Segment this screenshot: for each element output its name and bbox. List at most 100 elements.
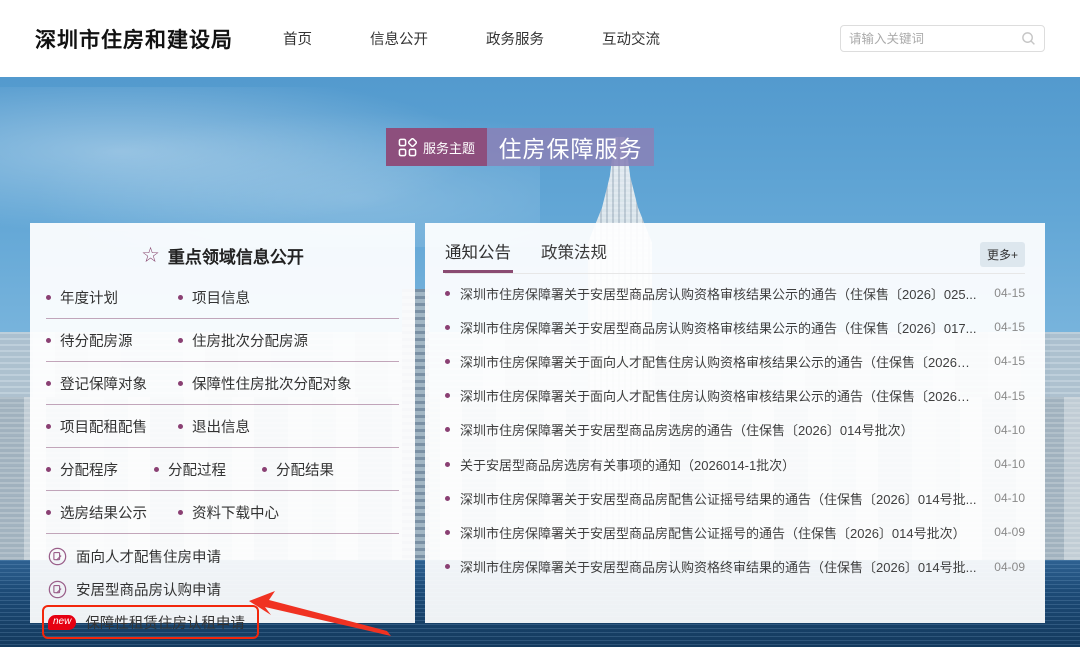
nav-item-interaction[interactable]: 互动交流 [602, 28, 660, 49]
application-form-icon [48, 547, 67, 566]
search-box[interactable] [840, 25, 1045, 52]
notice-title: 深圳市住房保障署关于安居型商品房选房的通告（住保售〔2026〕014号批次） [460, 420, 978, 439]
link-row: 分配程序 分配过程 分配结果 [46, 448, 399, 491]
notice-item[interactable]: 深圳市住房保障署关于安居型商品房配售公证摇号结果的通告（住保售〔2026〕014… [445, 481, 1025, 515]
left-panel-title: 重点领域信息公开 [168, 243, 304, 268]
service-theme-label: 服务主题 [386, 128, 487, 166]
left-link-label: 住房批次分配房源 [192, 330, 308, 351]
nav-item-home[interactable]: 首页 [283, 28, 312, 49]
star-icon: ☆ [141, 245, 160, 266]
bullet-icon [445, 530, 450, 535]
notice-title: 深圳市住房保障署关于安居型商品房认购资格终审结果的通告（住保售〔2026〕014… [460, 557, 978, 576]
notice-title: 深圳市住房保障署关于安居型商品房认购资格审核结果公示的通告（住保售〔2026〕0… [460, 318, 978, 337]
left-link-label: 资料下载中心 [192, 502, 279, 523]
left-link-label: 选房结果公示 [60, 502, 147, 523]
notice-item[interactable]: 深圳市住房保障署关于安居型商品房认购资格终审结果的通告（住保售〔2026〕014… [445, 550, 1025, 584]
app-link-rental-housing[interactable]: new 保障性租赁住房认租申请 [46, 609, 251, 635]
search-icon[interactable] [1021, 31, 1036, 46]
bullet-icon [445, 359, 450, 364]
notices-panel: 通知公告 政策法规 更多+ 深圳市住房保障署关于安居型商品房认购资格审核结果公示… [425, 223, 1045, 623]
notice-date: 04-09 [994, 525, 1025, 539]
left-link-label: 分配程序 [60, 459, 118, 480]
bullet-icon [178, 381, 183, 386]
bullet-icon [178, 424, 183, 429]
notice-date: 04-10 [994, 457, 1025, 471]
left-link-exit-info[interactable]: 退出信息 [178, 416, 306, 437]
app-link-label: 保障性租赁住房认租申请 [85, 612, 245, 633]
notice-date: 04-15 [994, 354, 1025, 368]
bullet-icon [178, 338, 183, 343]
left-link-annual-plan[interactable]: 年度计划 [46, 287, 174, 308]
divider [445, 273, 1025, 274]
notice-date: 04-15 [994, 389, 1025, 403]
notice-item[interactable]: 深圳市住房保障署关于面向人才配售住房认购资格审核结果公示的通告（住保售〔2026… [445, 379, 1025, 413]
notice-tabs: 通知公告 政策法规 [445, 239, 607, 273]
notice-item[interactable]: 深圳市住房保障署关于安居型商品房认购资格审核结果公示的通告（住保售〔2026〕0… [445, 310, 1025, 344]
red-arrow-annotation [245, 589, 395, 637]
more-button[interactable]: 更多+ [980, 242, 1025, 267]
notice-title: 深圳市住房保障署关于安居型商品房认购资格审核结果公示的通告（住保售〔2026〕0… [460, 284, 978, 303]
left-link-pending-housing[interactable]: 待分配房源 [46, 330, 174, 351]
notice-date: 04-10 [994, 491, 1025, 505]
notice-title: 关于安居型商品房选房有关事项的通知（2026014-1批次） [460, 455, 978, 474]
search-input[interactable] [849, 32, 1021, 46]
application-form-icon [48, 580, 67, 599]
notice-date: 04-10 [994, 423, 1025, 437]
key-info-panel: ☆ 重点领域信息公开 年度计划 项目信息 待分配房源 住房批次分配房源 登记保障… [30, 223, 415, 623]
notice-item[interactable]: 关于安居型商品房选房有关事项的通知（2026014-1批次） 04-10 [445, 447, 1025, 481]
bullet-icon [445, 462, 450, 467]
service-theme-text: 服务主题 [423, 138, 475, 157]
bullet-icon [445, 291, 450, 296]
nav-item-gov-services[interactable]: 政务服务 [486, 28, 544, 49]
left-link-rent-sale[interactable]: 项目配租配售 [46, 416, 174, 437]
notice-item[interactable]: 深圳市住房保障署关于安居型商品房配售公证摇号的通告（住保售〔2026〕014号批… [445, 515, 1025, 549]
service-theme-badge: 服务主题 住房保障服务 [386, 128, 654, 166]
notice-item[interactable]: 深圳市住房保障署关于安居型商品房认购资格审核结果公示的通告（住保售〔2026〕0… [445, 276, 1025, 310]
bullet-icon [46, 510, 51, 515]
bullet-icon [445, 496, 450, 501]
tab-policies[interactable]: 政策法规 [541, 239, 607, 273]
left-link-registered-targets[interactable]: 登记保障对象 [46, 373, 174, 394]
left-link-alloc-result[interactable]: 分配结果 [262, 459, 366, 480]
left-link-selection-result[interactable]: 选房结果公示 [46, 502, 174, 523]
app-link-label: 安居型商品房认购申请 [76, 579, 221, 600]
left-link-label: 项目配租配售 [60, 416, 147, 437]
bullet-icon [445, 393, 450, 398]
app-link-anju-housing[interactable]: 安居型商品房认购申请 [46, 576, 227, 602]
bullet-icon [445, 564, 450, 569]
bullet-icon [46, 338, 51, 343]
bullet-icon [262, 467, 267, 472]
bullet-icon [46, 295, 51, 300]
left-link-label: 保障性住房批次分配对象 [192, 373, 352, 394]
left-link-label: 年度计划 [60, 287, 118, 308]
notice-date: 04-15 [994, 320, 1025, 334]
left-link-project-info[interactable]: 项目信息 [178, 287, 306, 308]
top-header: 深圳市住房和建设局 首页 信息公开 政务服务 互动交流 [0, 0, 1080, 77]
left-link-label: 分配结果 [276, 459, 334, 480]
left-link-alloc-process[interactable]: 分配过程 [154, 459, 258, 480]
left-link-label: 退出信息 [192, 416, 250, 437]
bullet-icon [178, 295, 183, 300]
new-badge: new [48, 615, 76, 630]
notice-date: 04-09 [994, 560, 1025, 574]
bullet-icon [445, 427, 450, 432]
notice-item[interactable]: 深圳市住房保障署关于面向人才配售住房认购资格审核结果公示的通告（住保售〔2026… [445, 344, 1025, 378]
bullet-icon [46, 424, 51, 429]
notice-title: 深圳市住房保障署关于安居型商品房配售公证摇号的通告（住保售〔2026〕014号批… [460, 523, 978, 542]
app-link-label: 面向人才配售住房申请 [76, 546, 221, 567]
left-link-batch-housing[interactable]: 住房批次分配房源 [178, 330, 308, 351]
grid-icon [398, 138, 417, 157]
notice-item[interactable]: 深圳市住房保障署关于安居型商品房选房的通告（住保售〔2026〕014号批次） 0… [445, 413, 1025, 447]
app-link-talent-housing[interactable]: 面向人才配售住房申请 [46, 543, 227, 569]
nav-item-info-disclosure[interactable]: 信息公开 [370, 28, 428, 49]
link-row: 项目配租配售 退出信息 [46, 405, 399, 448]
notice-date: 04-15 [994, 286, 1025, 300]
left-link-batch-targets[interactable]: 保障性住房批次分配对象 [178, 373, 352, 394]
notices-header: 通知公告 政策法规 更多+ [445, 237, 1025, 273]
bullet-icon [154, 467, 159, 472]
left-link-alloc-procedure[interactable]: 分配程序 [46, 459, 150, 480]
left-link-download-center[interactable]: 资料下载中心 [178, 502, 306, 523]
tab-notices[interactable]: 通知公告 [445, 239, 511, 273]
bullet-icon [178, 510, 183, 515]
notice-title: 深圳市住房保障署关于面向人才配售住房认购资格审核结果公示的通告（住保售〔2026… [460, 386, 978, 405]
